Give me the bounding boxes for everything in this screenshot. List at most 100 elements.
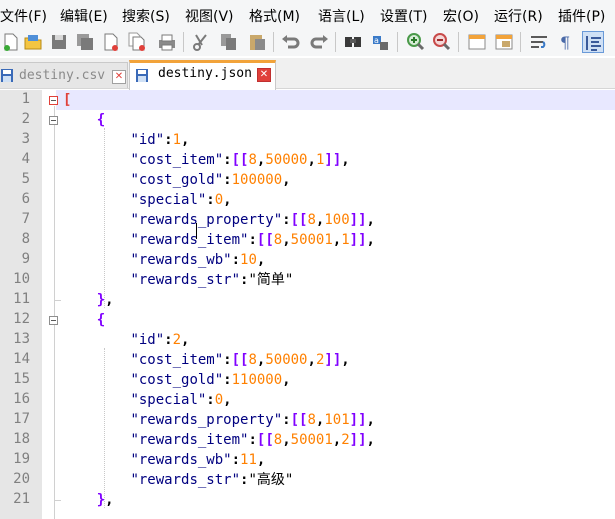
code-line[interactable]: "cost_gold":110000, bbox=[63, 370, 290, 390]
text-cursor-icon bbox=[196, 223, 197, 239]
toolbar-separator bbox=[520, 32, 521, 52]
fold-end-marker bbox=[54, 500, 61, 501]
code-editor[interactable]: 1 [2 {3 "id":1, 4 "cost_item":[[8,50000,1]… bbox=[0, 90, 615, 519]
code-line[interactable]: "rewards_str":"高级" bbox=[63, 470, 293, 490]
save-icon[interactable] bbox=[48, 31, 70, 53]
undo-icon[interactable] bbox=[280, 31, 302, 53]
replace-icon[interactable]: a bbox=[370, 31, 392, 53]
toolbar-separator bbox=[183, 32, 184, 52]
menu-language[interactable]: 语言(L) bbox=[318, 6, 365, 26]
line-number: 17 bbox=[13, 411, 30, 427]
zoom-in-icon[interactable] bbox=[404, 31, 426, 53]
menu-edit[interactable]: 编辑(E) bbox=[60, 6, 108, 26]
line-number: 20 bbox=[13, 471, 30, 487]
fold-toggle-icon[interactable] bbox=[49, 316, 58, 325]
menu-file[interactable]: 文件(F) bbox=[0, 6, 47, 26]
paste-icon[interactable] bbox=[246, 31, 268, 53]
line-number: 15 bbox=[13, 371, 30, 387]
code-line[interactable]: { bbox=[63, 110, 105, 130]
code-line[interactable]: "rewards_item":[[8,50001,2]], bbox=[63, 430, 375, 450]
line-number: 9 bbox=[21, 251, 30, 267]
line-number: 11 bbox=[13, 291, 30, 307]
code-line[interactable]: "rewards_item":[[8,50001,1]], bbox=[63, 230, 375, 250]
indent-guide-icon[interactable] bbox=[582, 31, 604, 53]
tab-destiny-csv[interactable]: destiny.csv ✕ bbox=[0, 62, 128, 88]
line-number: 2 bbox=[21, 111, 30, 127]
indent-guide bbox=[104, 128, 105, 308]
line-number: 1 bbox=[21, 91, 30, 107]
code-line[interactable]: "rewards_property":[[8,101]], bbox=[63, 410, 375, 430]
menu-run[interactable]: 运行(R) bbox=[494, 6, 543, 26]
line-number: 12 bbox=[13, 311, 30, 327]
toolbar-separator bbox=[458, 32, 459, 52]
code-line[interactable]: "rewards_wb":10, bbox=[63, 250, 265, 270]
menu-plugins[interactable]: 插件(P) bbox=[558, 6, 605, 26]
code-line[interactable]: "special":0, bbox=[63, 190, 231, 210]
saved-file-icon bbox=[1, 69, 13, 82]
code-line[interactable]: "cost_item":[[8,50000,1]], bbox=[63, 150, 349, 170]
cut-icon[interactable] bbox=[190, 31, 212, 53]
fold-guide bbox=[54, 106, 55, 519]
new-file-icon[interactable] bbox=[0, 31, 22, 53]
current-line-highlight bbox=[56, 90, 615, 110]
zoom-out-icon[interactable] bbox=[430, 31, 452, 53]
toolbar-separator bbox=[273, 32, 274, 52]
sync-vertical-icon[interactable] bbox=[466, 31, 488, 53]
svg-text:a: a bbox=[374, 36, 379, 45]
line-number: 3 bbox=[21, 131, 30, 147]
tab-bar: destiny.csv ✕ destiny.json ✕ bbox=[0, 58, 615, 91]
code-line[interactable]: }, bbox=[63, 290, 114, 310]
tab-destiny-json[interactable]: destiny.json ✕ bbox=[129, 60, 276, 91]
sync-horizontal-icon[interactable] bbox=[493, 31, 515, 53]
code-line[interactable]: "rewards_str":"简单" bbox=[63, 270, 293, 290]
code-line[interactable]: }, bbox=[63, 490, 114, 510]
copy-icon[interactable] bbox=[218, 31, 240, 53]
saved-file-icon bbox=[136, 69, 148, 82]
tab-close-button[interactable]: ✕ bbox=[112, 70, 126, 84]
line-number: 6 bbox=[21, 191, 30, 207]
line-number: 18 bbox=[13, 431, 30, 447]
line-number: 5 bbox=[21, 171, 30, 187]
code-line[interactable]: { bbox=[63, 310, 105, 330]
close-all-icon[interactable] bbox=[126, 31, 148, 53]
line-number: 19 bbox=[13, 451, 30, 467]
line-number: 14 bbox=[13, 351, 30, 367]
find-icon[interactable] bbox=[342, 31, 364, 53]
fold-toggle-icon[interactable] bbox=[49, 96, 58, 105]
menu-search[interactable]: 搜索(S) bbox=[122, 6, 170, 26]
code-line[interactable]: [ bbox=[63, 90, 71, 110]
menu-macro[interactable]: 宏(O) bbox=[443, 6, 479, 26]
fold-toggle-icon[interactable] bbox=[49, 116, 58, 125]
menu-view[interactable]: 视图(V) bbox=[185, 6, 234, 26]
line-number: 7 bbox=[21, 211, 30, 227]
toolbar: a ¶ bbox=[0, 28, 615, 56]
code-line[interactable]: "id":1, bbox=[63, 130, 189, 150]
save-all-icon[interactable] bbox=[74, 31, 96, 53]
print-icon[interactable] bbox=[156, 31, 178, 53]
redo-icon[interactable] bbox=[308, 31, 330, 53]
code-line[interactable]: "rewards_wb":11, bbox=[63, 450, 265, 470]
svg-text:¶: ¶ bbox=[560, 33, 570, 52]
menu-bar: 文件(F) 编辑(E) 搜索(S) 视图(V) 格式(M) 语言(L) 设置(T… bbox=[0, 0, 615, 28]
line-number: 10 bbox=[13, 271, 30, 287]
toolbar-separator bbox=[397, 32, 398, 52]
tab-label: destiny.json bbox=[158, 66, 252, 81]
line-number: 16 bbox=[13, 391, 30, 407]
word-wrap-icon[interactable] bbox=[528, 31, 550, 53]
tab-close-button[interactable]: ✕ bbox=[257, 68, 271, 82]
code-line[interactable]: "rewards_property":[[8,100]], bbox=[63, 210, 375, 230]
code-line[interactable]: "id":2, bbox=[63, 330, 189, 350]
show-all-chars-icon[interactable]: ¶ bbox=[555, 31, 577, 53]
open-file-icon[interactable] bbox=[22, 31, 44, 53]
line-number: 4 bbox=[21, 151, 30, 167]
code-line[interactable]: "special":0, bbox=[63, 390, 231, 410]
indent-guide bbox=[104, 348, 105, 508]
line-number: 13 bbox=[13, 331, 30, 347]
fold-end-marker bbox=[54, 300, 61, 301]
menu-settings[interactable]: 设置(T) bbox=[380, 6, 427, 26]
menu-format[interactable]: 格式(M) bbox=[249, 6, 300, 26]
code-line[interactable]: "cost_gold":100000, bbox=[63, 170, 290, 190]
tab-label: destiny.csv bbox=[19, 68, 106, 83]
close-icon[interactable] bbox=[100, 31, 122, 53]
code-line[interactable]: "cost_item":[[8,50000,2]], bbox=[63, 350, 349, 370]
